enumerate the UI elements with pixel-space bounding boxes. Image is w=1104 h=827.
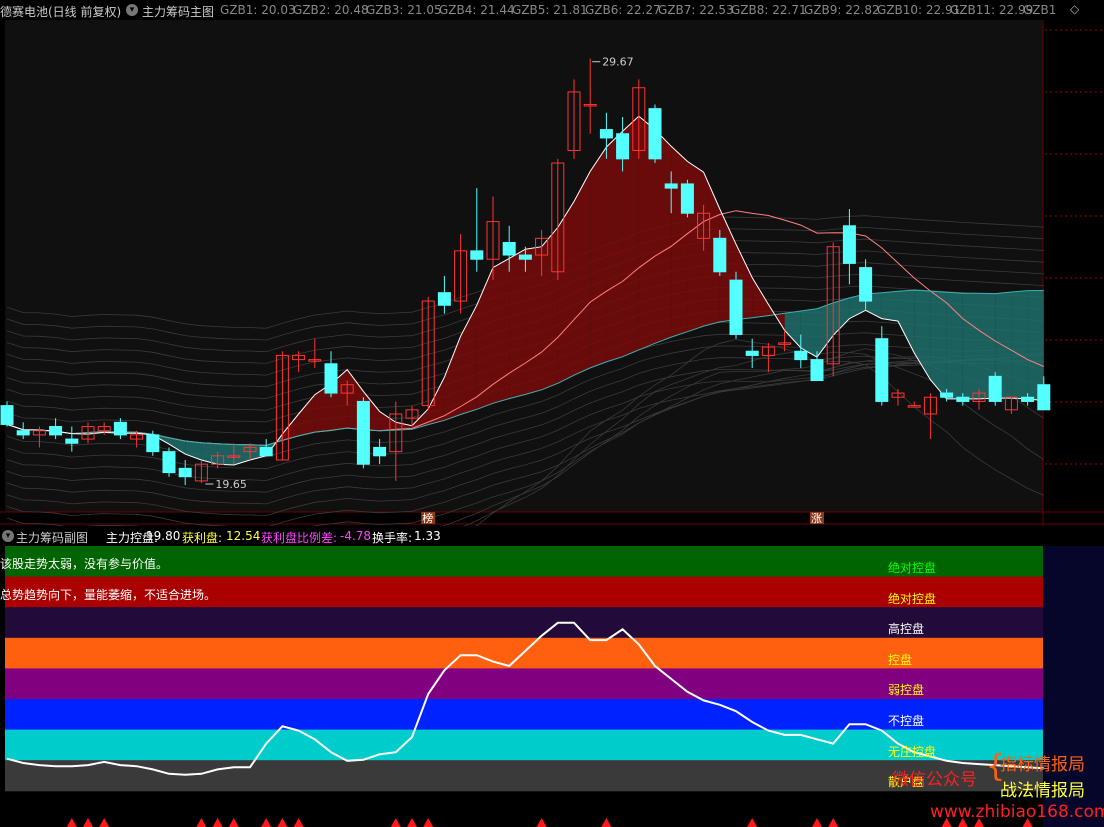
- down-candle: [470, 250, 484, 260]
- bang-badge: 榜: [422, 511, 433, 525]
- gzb-legend-item: GZB1: 20.03: [220, 3, 296, 17]
- trend-fill-segment: [946, 292, 963, 399]
- band-label: 控盘: [888, 652, 913, 667]
- weak-trend-message: 该股走势太弱，没有参与价值。: [0, 557, 169, 571]
- down-candle: [842, 225, 856, 264]
- trend-fill-segment: [574, 171, 591, 376]
- trend-fill-segment: [541, 227, 558, 390]
- down-candle: [518, 254, 532, 260]
- down-candle: [1021, 396, 1035, 402]
- trend-fill-segment: [881, 291, 898, 322]
- gzb-legend-item: GZB11: 22.99: [950, 3, 1034, 17]
- watermark-line2: 战法情报局: [1000, 781, 1085, 801]
- profit-diff-value: -4.78: [340, 529, 372, 543]
- band-label: 无庄控盘: [888, 744, 937, 759]
- trend-fill-segment: [1027, 290, 1044, 401]
- gzb-legend-item: GZB4: 21.44: [439, 3, 515, 17]
- down-candle: [956, 396, 970, 402]
- down-candle: [988, 375, 1002, 402]
- sub-legend-bar: ▾ 主力筹码副图 主力控盘: 19.80 获利盘: 12.54 获利盘比例差: …: [0, 526, 1104, 546]
- stock-title[interactable]: 德赛电池(日线 前复权): [0, 3, 121, 20]
- trend-fill-segment: [606, 131, 623, 362]
- trend-fill-segment: [671, 146, 688, 338]
- down-candle: [794, 350, 808, 361]
- down-candle: [875, 338, 889, 402]
- gzb-legend-item: GZB3: 21.05: [366, 3, 442, 17]
- down-candle: [16, 430, 30, 436]
- down-candle: [664, 183, 678, 189]
- trend-fill-segment: [509, 249, 526, 399]
- down-candle: [502, 241, 516, 256]
- gzb-legend-item: GZB6: 22.27: [585, 3, 661, 17]
- down-candle: [599, 129, 613, 139]
- down-candle: [324, 363, 338, 394]
- trend-fill-segment: [962, 293, 979, 399]
- down-candle: [49, 426, 63, 436]
- gzb-legend-item: GZB10: 22.91: [877, 3, 961, 17]
- down-candle: [162, 451, 176, 474]
- profit-diff-label: 获利盘比例差:: [261, 531, 338, 545]
- expand-icon[interactable]: ◇: [1070, 2, 1079, 16]
- down-candle: [859, 267, 873, 302]
- profit-value: 12.54: [226, 529, 261, 543]
- down-candle: [616, 133, 630, 160]
- trend-fill-segment: [557, 201, 574, 384]
- down-candle: [65, 438, 79, 444]
- down-candle: [810, 359, 824, 382]
- watermark-line1: 指标情报局: [1000, 755, 1085, 775]
- main-legend-bar: 德赛电池(日线 前复权) ▾ 主力筹码主图 GZB1: 20.03 GZB2: 2…: [0, 0, 1104, 20]
- sub-indicator-menu-icon[interactable]: ▾: [2, 530, 14, 542]
- band-label: 弱控盘: [888, 683, 925, 698]
- down-candle: [713, 237, 727, 273]
- down-candle: [0, 405, 14, 425]
- trend-fill-segment: [217, 443, 234, 466]
- down-candle: [437, 292, 451, 306]
- trend-fill-segment: [525, 246, 542, 395]
- profit-label: 获利盘:: [182, 531, 223, 545]
- band-label: 绝对控盘: [888, 561, 937, 575]
- zhang-badge: 涨: [811, 512, 822, 525]
- watermark-url: www.zhibiao168.com: [930, 802, 1104, 822]
- control-value: 19.80: [146, 529, 181, 543]
- down-candle: [1037, 384, 1051, 411]
- indicator-menu-icon[interactable]: ▾: [126, 4, 138, 16]
- band-label: 绝对控盘: [888, 591, 937, 606]
- low-price-label: 19.65: [215, 478, 247, 491]
- down-candle: [146, 434, 160, 453]
- down-candle: [259, 446, 273, 457]
- trend-fill-segment: [655, 129, 672, 344]
- gzb-legend-item: GZB1: [1023, 3, 1057, 17]
- down-candle: [356, 400, 370, 465]
- trend-fill-segment: [493, 258, 510, 404]
- high-price-label: 29.67: [602, 56, 634, 69]
- gzb-legend-item: GZB5: 21.81: [512, 3, 588, 17]
- band-label: 不控盘: [888, 714, 925, 728]
- down-candle: [648, 108, 662, 160]
- turnover-label: 换手率:: [372, 531, 413, 545]
- main-chart[interactable]: 29.67 19.65 榜 涨: [0, 20, 1104, 526]
- gzb-legend-item: GZB2: 20.48: [293, 3, 369, 17]
- gzb-legend-item: GZB8: 22.71: [731, 3, 807, 17]
- band-label: 高控盘: [888, 622, 925, 637]
- gzb-legend-item: GZB7: 22.53: [658, 3, 734, 17]
- down-candle: [373, 446, 387, 457]
- down-candle: [729, 279, 743, 336]
- down-candle: [680, 183, 694, 214]
- downtrend-message: 总势趋势向下，量能萎缩，不适合进场。: [0, 588, 217, 602]
- trend-fill-segment: [1011, 290, 1028, 399]
- watermark-wechat: 微信公众号: [892, 770, 977, 790]
- gzb-legend-item: GZB9: 22.82: [804, 3, 880, 17]
- trend-fill-segment: [590, 147, 607, 368]
- sub-indicator-name[interactable]: 主力筹码副图: [16, 529, 88, 546]
- down-candle: [113, 421, 127, 436]
- down-candle: [178, 467, 192, 478]
- down-candle: [940, 392, 954, 398]
- turnover-value: 1.33: [414, 529, 441, 543]
- down-candle: [745, 350, 759, 356]
- main-indicator-name[interactable]: 主力筹码主图: [142, 3, 214, 20]
